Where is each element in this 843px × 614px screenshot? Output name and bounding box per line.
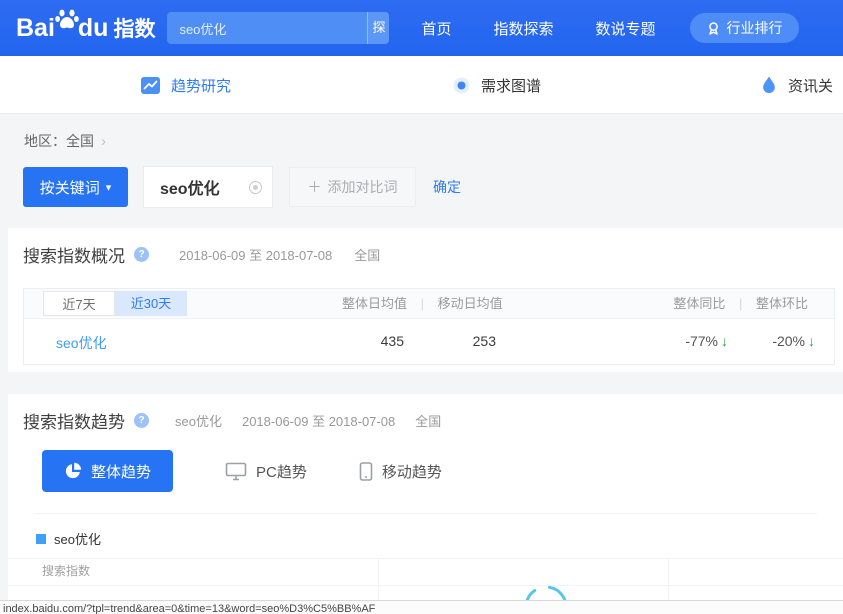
trend-region: 全国 bbox=[415, 411, 441, 430]
logo-text-zhishu: 指数 bbox=[113, 13, 155, 43]
logo-text-bai: Bai bbox=[16, 14, 55, 43]
nav-home[interactable]: 首页 bbox=[421, 18, 451, 39]
radar-circle-icon bbox=[452, 76, 471, 95]
monitor-icon bbox=[225, 462, 247, 481]
tab-news-attention-label: 资讯关 bbox=[788, 75, 833, 96]
table-row: seo优化 435 253 -77%↓ -20%↓ bbox=[24, 319, 834, 364]
overview-table: 近7天 近30天 整体日均值 | 移动日均值 整体同比 | 整体环比 seo优化… bbox=[23, 288, 835, 365]
top-navigation: 首页 指数探索 数说专题 bbox=[421, 18, 655, 39]
tab-news-attention[interactable]: 资讯关 bbox=[760, 56, 833, 114]
col-mobile-daily: 移动日均值 bbox=[438, 296, 503, 311]
clear-keyword-icon[interactable] bbox=[249, 181, 262, 194]
overview-region: 全国 bbox=[354, 245, 380, 264]
top-header: Bai du 指数 探索 首页 指数探索 数说专题 bbox=[0, 0, 843, 56]
mobile-daily-value: 253 bbox=[416, 333, 496, 349]
tab-demand-map-label: 需求图谱 bbox=[481, 75, 541, 96]
baidu-index-page: Bai du 指数 探索 首页 指数探索 数说专题 bbox=[0, 0, 843, 614]
help-icon[interactable]: ? bbox=[134, 247, 149, 262]
droplet-icon bbox=[760, 75, 778, 95]
browser-status-bar: index.baidu.com/?tpl=trend&area=0&time=1… bbox=[0, 600, 843, 614]
header-search-input[interactable] bbox=[167, 12, 367, 44]
column-divider: | bbox=[739, 296, 742, 311]
keyword-input[interactable]: seo优化 bbox=[143, 166, 273, 208]
help-icon[interactable]: ? bbox=[134, 413, 149, 428]
region-selector[interactable]: 地区：全国 › bbox=[24, 131, 106, 151]
header-search-box: 探索 bbox=[167, 12, 389, 44]
tab-trend-research[interactable]: 趋势研究 bbox=[140, 56, 231, 114]
search-index-overview-card: 搜索指数概况 ? 2018-06-09 至 2018-07-08 全国 近7天 … bbox=[8, 228, 843, 372]
chart-gridline bbox=[8, 558, 843, 559]
column-divider: | bbox=[421, 296, 424, 311]
region-label: 地区：全国 bbox=[24, 131, 94, 151]
tab-overall-trend[interactable]: 整体趋势 bbox=[42, 450, 173, 492]
keyword-mode-label: 按关键词 bbox=[40, 177, 100, 198]
daily-average-columns: 整体日均值 | 移动日均值 bbox=[342, 289, 503, 319]
col-mom: 整体环比 bbox=[756, 296, 808, 311]
trend-type-tabs: 整体趋势 PC趋势 移动趋势 bbox=[42, 450, 442, 492]
pie-chart-icon bbox=[64, 462, 82, 480]
col-yoy: 整体同比 bbox=[673, 296, 725, 311]
tab-trend-research-label: 趋势研究 bbox=[171, 75, 231, 96]
confirm-link[interactable]: 确定 bbox=[433, 177, 461, 197]
trend-title-row: 搜索指数趋势 ? seo优化 2018-06-09 至 2018-07-08 全… bbox=[23, 408, 441, 433]
tab-last-30-days[interactable]: 近30天 bbox=[115, 291, 187, 316]
keyword-filter-row: 按关键词 ▾ seo优化 ＋ 添加对比词 确定 bbox=[23, 166, 461, 208]
chart-legend[interactable]: seo优化 bbox=[36, 529, 101, 548]
overall-daily-value: 435 bbox=[324, 333, 404, 349]
chart-gridline bbox=[378, 558, 379, 600]
keyword-input-value: seo优化 bbox=[144, 175, 249, 199]
medal-icon bbox=[706, 21, 721, 36]
baidu-index-logo[interactable]: Bai du 指数 bbox=[16, 13, 155, 43]
plus-icon: ＋ bbox=[308, 177, 322, 197]
explore-search-button[interactable]: 探索 bbox=[367, 12, 389, 44]
tab-pc-trend[interactable]: PC趋势 bbox=[225, 461, 307, 482]
industry-ranking-button[interactable]: 行业排行 bbox=[690, 13, 799, 43]
trend-title: 搜索指数趋势 bbox=[23, 408, 125, 433]
baidu-paw-icon bbox=[54, 6, 80, 37]
logo-text-du: du bbox=[78, 14, 109, 43]
legend-swatch bbox=[36, 534, 46, 544]
nav-data-topics[interactable]: 数说专题 bbox=[595, 18, 655, 39]
trend-keyword: seo优化 bbox=[175, 411, 222, 430]
overview-table-header: 近7天 近30天 整体日均值 | 移动日均值 整体同比 | 整体环比 bbox=[24, 289, 834, 319]
tab-last-7-days[interactable]: 近7天 bbox=[43, 291, 115, 316]
search-index-trend-card: 搜索指数趋势 ? seo优化 2018-06-09 至 2018-07-08 全… bbox=[8, 394, 843, 600]
nav-index-explore[interactable]: 指数探索 bbox=[493, 18, 553, 39]
chart-gridline bbox=[8, 585, 843, 586]
keyword-link[interactable]: seo优化 bbox=[56, 333, 107, 353]
status-url: index.baidu.com/?tpl=trend&area=0&time=1… bbox=[0, 601, 843, 614]
overview-date-range: 2018-06-09 至 2018-07-08 bbox=[179, 245, 332, 264]
tab-pc-trend-label: PC趋势 bbox=[256, 461, 307, 482]
loading-spinner-icon bbox=[519, 581, 573, 600]
chart-gridline bbox=[668, 558, 669, 600]
overview-title: 搜索指数概况 bbox=[23, 242, 125, 267]
comparison-columns: 整体同比 | 整体环比 bbox=[673, 289, 808, 319]
trend-date-range: 2018-06-09 至 2018-07-08 bbox=[242, 411, 395, 430]
industry-ranking-label: 行业排行 bbox=[727, 18, 783, 38]
keyword-mode-dropdown[interactable]: 按关键词 ▾ bbox=[23, 167, 128, 207]
add-compare-word-label: 添加对比词 bbox=[328, 177, 398, 197]
sub-navigation: 趋势研究 需求图谱 资讯关 bbox=[0, 56, 843, 114]
tab-mobile-trend-label: 移动趋势 bbox=[382, 461, 442, 482]
divider bbox=[34, 513, 817, 514]
add-compare-word-button[interactable]: ＋ 添加对比词 bbox=[289, 167, 416, 207]
period-tabs: 近7天 近30天 bbox=[43, 291, 187, 316]
overview-title-row: 搜索指数概况 ? 2018-06-09 至 2018-07-08 全国 bbox=[23, 242, 380, 267]
tab-demand-map[interactable]: 需求图谱 bbox=[452, 56, 541, 114]
col-overall-daily: 整体日均值 bbox=[342, 296, 407, 311]
caret-down-icon: ▾ bbox=[106, 181, 112, 194]
axis-label: 搜索指数 bbox=[42, 562, 90, 579]
down-arrow-icon: ↓ bbox=[808, 333, 815, 349]
chevron-right-icon: › bbox=[101, 134, 106, 149]
legend-label: seo优化 bbox=[54, 529, 101, 548]
mom-value: -20%↓ bbox=[718, 333, 815, 349]
tab-overall-trend-label: 整体趋势 bbox=[91, 461, 151, 482]
tab-mobile-trend[interactable]: 移动趋势 bbox=[359, 461, 442, 482]
yoy-value: -77%↓ bbox=[624, 333, 728, 349]
trend-chart-icon bbox=[140, 75, 161, 96]
phone-icon bbox=[359, 462, 373, 481]
